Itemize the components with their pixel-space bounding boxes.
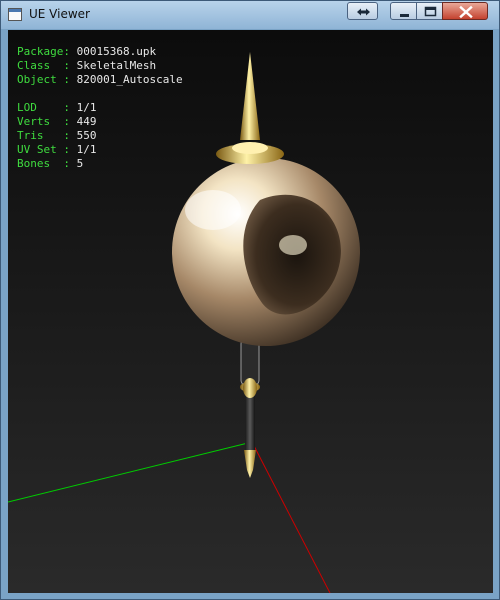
bones-label: Bones : [17,157,70,170]
top-collar-rim [232,142,268,154]
lod-label: LOD : [17,101,70,114]
info-row-tris: Tris : 550 [17,129,183,143]
info-row-uvset: UV Set : 1/1 [17,143,183,157]
class-value: SkeletalMesh [76,59,157,72]
uvset-value: 1/1 [76,143,97,156]
verts-label: Verts : [17,115,70,128]
app-icon [8,8,22,21]
maximize-icon [424,6,437,17]
package-label: Package: [17,45,70,58]
verts-value: 449 [76,115,97,128]
top-spike [240,52,260,140]
handle-pommel [244,450,256,478]
double-arrow-icon [357,8,370,16]
info-row-class: Class : SkeletalMesh [17,59,183,73]
app-window: UE Viewer Package: 00015368.upk Class: … [0,0,500,600]
minimize-icon [400,14,409,17]
info-row-package: Package: 00015368.upk [17,45,183,59]
object-label: Object : [17,73,70,86]
info-row-verts: Verts : 449 [17,115,183,129]
close-icon [459,5,473,19]
close-button[interactable] [442,2,488,20]
orb-highlight [185,190,241,230]
object-value: 820001_Autoscale [76,73,183,86]
orb-highlight-2 [279,235,307,255]
mesh-info-panel: Package: 00015368.upk Class : SkeletalMe… [17,45,183,171]
info-row-object: Object : 820001_Autoscale [17,73,183,87]
bones-value: 5 [76,157,84,170]
info-row-lod: LOD : 1/1 [17,101,183,115]
tris-label: Tris : [17,129,70,142]
uvset-label: UV Set : [17,143,70,156]
z-axis-line [8,441,253,503]
class-label: Class : [17,59,70,72]
minimize-button[interactable] [390,2,417,20]
handle-knob [243,378,257,398]
3d-viewport[interactable]: Package: 00015368.upk Class : SkeletalMe… [8,30,493,593]
maximize-button[interactable] [416,2,443,20]
title-bar[interactable]: UE Viewer [1,1,499,29]
info-row-bones: Bones : 5 [17,157,183,171]
lod-value: 1/1 [76,101,97,114]
window-title: UE Viewer [29,7,90,21]
tris-value: 550 [76,129,97,142]
restore-size-button[interactable] [347,2,378,20]
package-value: 00015368.upk [76,45,157,58]
x-axis-line [251,441,331,593]
